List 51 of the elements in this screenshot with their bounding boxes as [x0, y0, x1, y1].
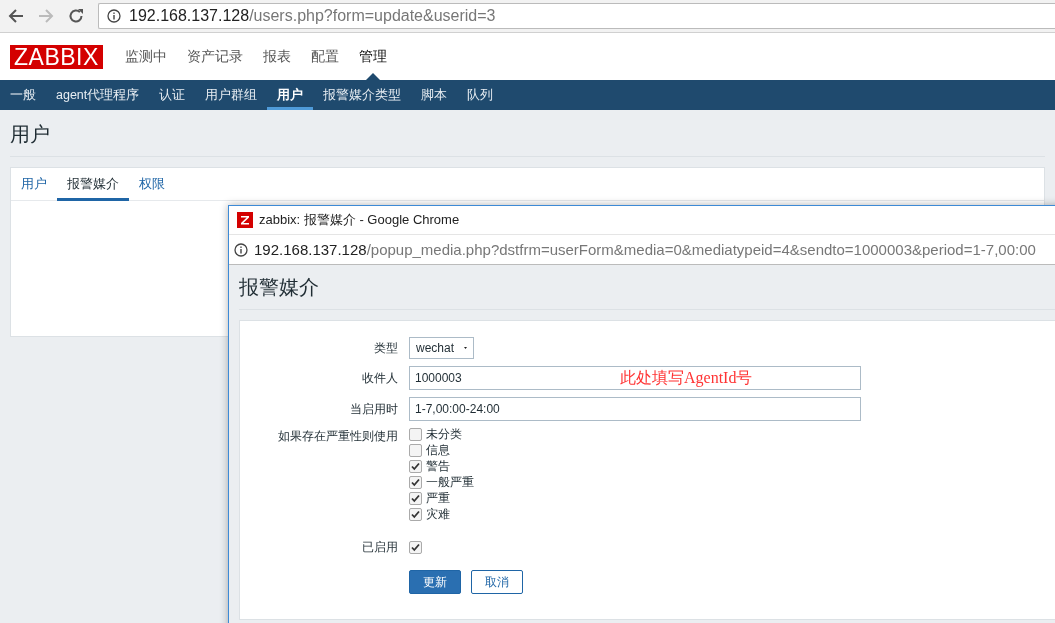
checkbox[interactable]: [409, 541, 422, 554]
nav-tab[interactable]: 队列: [457, 80, 504, 110]
info-icon[interactable]: [107, 9, 121, 23]
back-arrow-icon[interactable]: [8, 8, 24, 24]
cancel-button[interactable]: 取消: [471, 570, 523, 594]
address-bar[interactable]: 192.168.137.128/popup_media.php?dstfrm=userForm&media=0&mediatypeid=4&sendto=1000003&period=1-7,00:00: [229, 234, 1055, 265]
app-logo-icon: [237, 212, 253, 228]
checkbox[interactable]: [409, 460, 422, 473]
address-bar[interactable]: 192.168.137.128/users.php?form=update&userid=3: [98, 3, 1055, 29]
field-label: 类型: [373, 339, 398, 357]
tab[interactable]: 权限: [129, 168, 175, 201]
period-field[interactable]: 1-7,00:00-24:00: [409, 397, 861, 421]
tab[interactable]: 用户: [11, 168, 57, 201]
nav-tab[interactable]: agent代理程序: [46, 80, 150, 110]
checkbox-label: 一般严重: [426, 476, 474, 489]
nav-tab[interactable]: 一般: [0, 80, 46, 110]
checkbox-label: 灾难: [426, 508, 450, 521]
checkbox-label: 信息: [426, 444, 450, 457]
field-label: 当启用时: [349, 400, 398, 418]
menu-item[interactable]: 配置: [300, 33, 349, 80]
nav-tab[interactable]: 报警媒介类型: [313, 80, 412, 110]
update-button[interactable]: 更新: [409, 570, 461, 594]
menu-item[interactable]: 报表: [252, 33, 301, 80]
checkbox[interactable]: [409, 444, 422, 457]
annotation-text: 此处填写AgentId号: [620, 368, 753, 389]
menu-item[interactable]: 资产记录: [176, 33, 253, 80]
nav-tab[interactable]: 脚本: [411, 80, 458, 110]
checkbox[interactable]: [409, 428, 422, 441]
field-label: 收件人: [361, 369, 398, 387]
nav-tab[interactable]: 认证: [149, 80, 196, 110]
type-dropdown[interactable]: wechat: [409, 337, 474, 359]
menu-item[interactable]: 管理: [348, 33, 397, 80]
popup-heading: 报警媒介: [239, 265, 1055, 310]
checkbox[interactable]: [409, 508, 422, 521]
tab[interactable]: 报警媒介: [57, 168, 129, 201]
checkbox[interactable]: [409, 492, 422, 505]
logo[interactable]: ZABBIX: [10, 44, 103, 69]
nav-tab[interactable]: 用户: [267, 80, 314, 110]
page-title: 用户: [10, 110, 1045, 157]
recipient-field[interactable]: 1000003 此处填写AgentId号: [409, 366, 861, 390]
window-title: zabbix: 报警媒介 - Google Chrome: [259, 211, 460, 229]
info-icon[interactable]: [234, 242, 248, 257]
checkbox[interactable]: [409, 476, 422, 489]
checkbox-label: 未分类: [426, 428, 462, 441]
reload-icon[interactable]: [68, 8, 84, 24]
nav-tab[interactable]: 用户群组: [195, 80, 268, 110]
checkbox-label: 警告: [426, 460, 450, 473]
checkbox-label: 严重: [426, 492, 450, 505]
field-label: 如果存在严重性则使用: [277, 428, 398, 445]
menu-item[interactable]: 监测中: [114, 33, 177, 80]
field-label: 已启用: [361, 539, 398, 556]
